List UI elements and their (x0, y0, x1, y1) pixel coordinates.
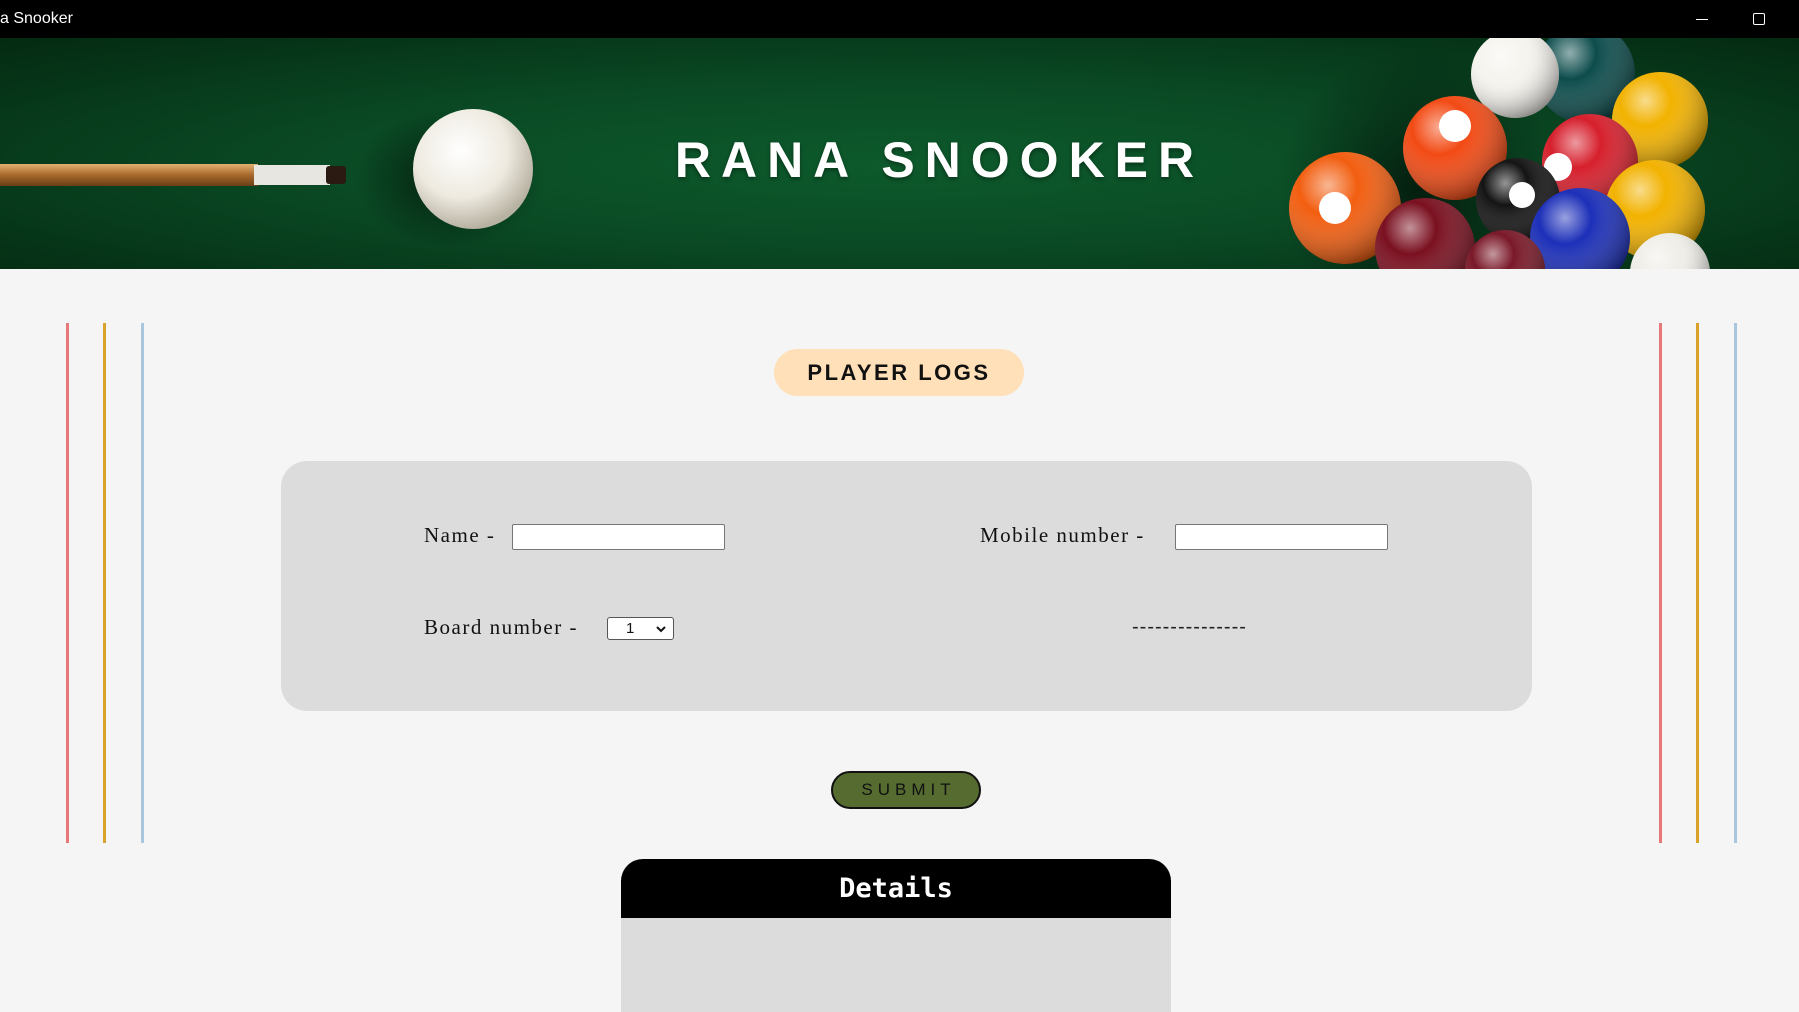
board-number-value: 1 (626, 620, 635, 637)
left-decor-line-blue (141, 323, 144, 843)
window-title: a Snooker (0, 10, 73, 27)
player-logs-heading: PLAYER LOGS (774, 349, 1024, 396)
mobile-number-label: Mobile number - (980, 523, 1145, 547)
minimize-icon (1696, 18, 1708, 20)
banner-title: RANA SNOOKER (674, 132, 1205, 188)
mobile-number-input[interactable] (1175, 524, 1388, 550)
right-decor-line-red (1659, 323, 1662, 843)
board-number-label: Board number - (424, 615, 578, 639)
submit-button[interactable]: SUBMIT (831, 771, 981, 809)
name-label: Name - (424, 523, 496, 547)
right-decor-line-gold (1696, 323, 1699, 843)
maximize-button[interactable] (1731, 0, 1787, 38)
player-form-card: Name - Mobile number - Board number - 1 … (281, 461, 1532, 711)
placeholder-dashes: --------------- (1132, 616, 1247, 638)
left-decor-line-red (66, 323, 69, 843)
name-input[interactable] (512, 524, 725, 550)
right-decor-line-blue (1734, 323, 1737, 843)
board-number-select[interactable]: 1 (607, 617, 674, 640)
maximize-icon (1753, 13, 1765, 25)
details-panel (621, 918, 1171, 1012)
window-title-bar: a Snooker (0, 0, 1799, 38)
minimize-button[interactable] (1674, 0, 1730, 38)
left-decor-line-gold (103, 323, 106, 843)
details-header: Details (621, 859, 1171, 918)
header-banner: RANA SNOOKER (0, 38, 1799, 269)
chevron-down-icon (656, 626, 666, 633)
